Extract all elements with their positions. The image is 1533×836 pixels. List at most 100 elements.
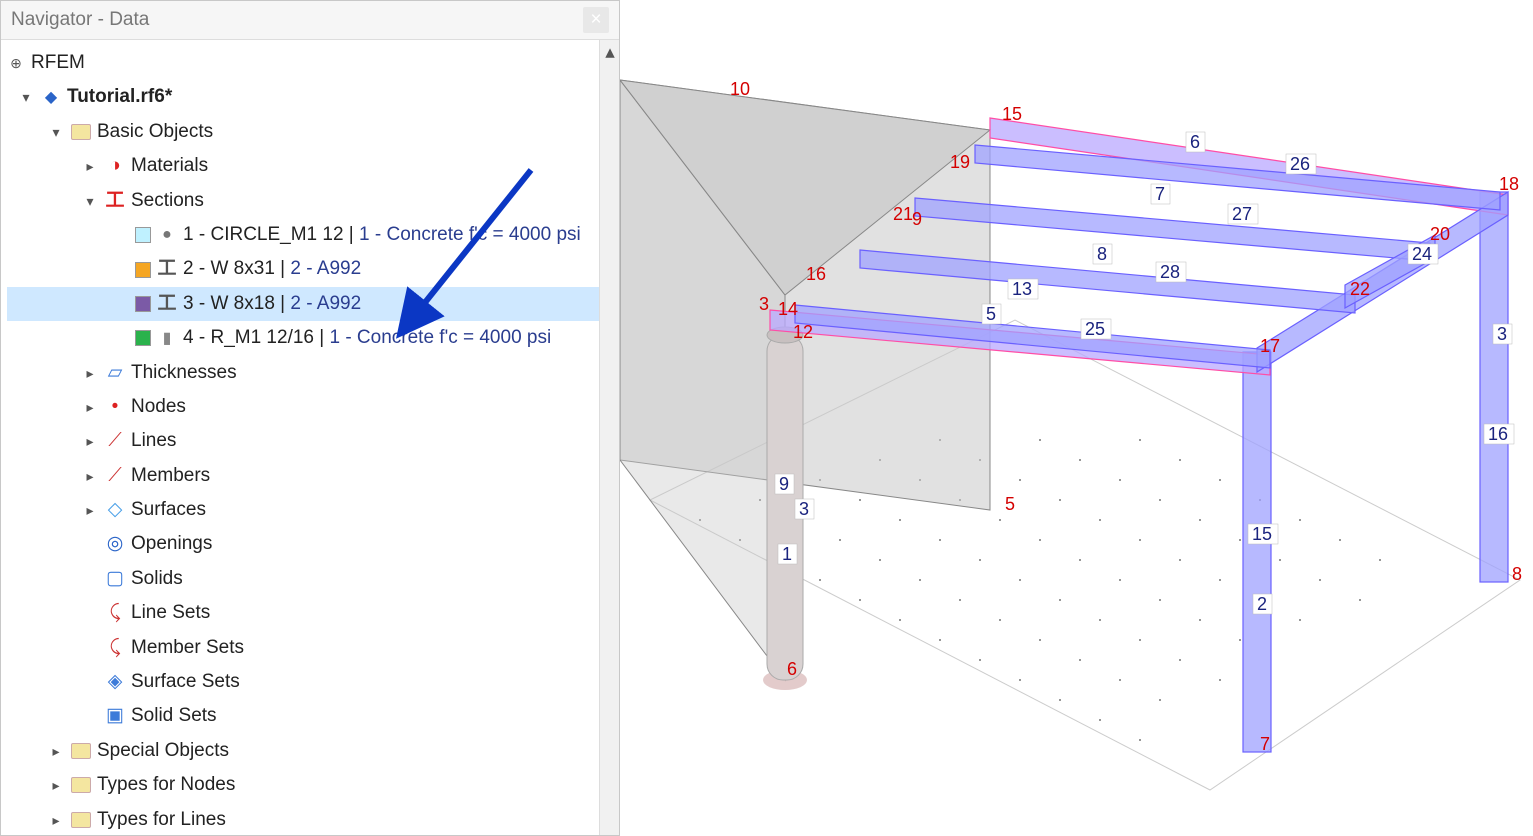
pin-icon: ⊕ (7, 52, 25, 74)
svg-text:5: 5 (986, 304, 996, 324)
materials-label: Materials (131, 151, 208, 181)
openings-node[interactable]: ▸Openings (7, 527, 615, 561)
rect-icon (157, 326, 177, 352)
file-icon (41, 85, 61, 111)
node-icon (105, 392, 125, 422)
special-objects-node[interactable]: ▸ Special Objects (7, 734, 615, 768)
caret-right-icon[interactable]: ▸ (81, 499, 99, 521)
caret-right-icon[interactable]: ▸ (81, 465, 99, 487)
svg-text:12: 12 (793, 322, 813, 342)
folder-icon (71, 124, 91, 140)
surfaces-node[interactable]: ▸ Surfaces (7, 493, 615, 527)
types-nodes-label: Types for Nodes (97, 770, 235, 800)
materials-node[interactable]: ▸ Materials (7, 149, 615, 183)
section-swatch (135, 330, 151, 346)
special-objects-label: Special Objects (97, 736, 229, 766)
basic-objects-label: Basic Objects (97, 117, 213, 147)
openings-label: Openings (131, 529, 212, 559)
circle-icon (157, 222, 177, 248)
svg-text:8: 8 (1097, 244, 1107, 264)
caret-down-icon[interactable]: ▾ (17, 86, 35, 108)
thicknesses-node[interactable]: ▸Thicknesses (7, 356, 615, 390)
section-item-1[interactable]: 1 - CIRCLE_M1 12 | 1 - Concrete f'c = 40… (7, 218, 615, 252)
membersets-node[interactable]: ▸Member Sets (7, 631, 615, 665)
tree-scroll[interactable]: ▴ ⊕ RFEM ▾ Tutorial.rf6* ▾ Basic Objects (1, 40, 619, 835)
svg-text:21: 21 (893, 204, 913, 224)
section-item-3[interactable]: 3 - W 8x18 | 2 - A992 (7, 287, 615, 321)
section-swatch (135, 296, 151, 312)
panel-title: Navigator - Data (11, 9, 149, 31)
solidsets-node[interactable]: ▸Solid Sets (7, 699, 615, 733)
svg-text:16: 16 (1488, 424, 1508, 444)
member-icon (105, 461, 125, 491)
caret-right-icon[interactable]: ▸ (47, 774, 65, 796)
surfacesets-node[interactable]: ▸Surface Sets (7, 665, 615, 699)
members-node[interactable]: ▸ Members (7, 459, 615, 493)
section-4-text: 4 - R_M1 12/16 | 1 - Concrete f'c = 4000… (183, 323, 551, 353)
navigator-panel: Navigator - Data × ▴ ⊕ RFEM ▾ Tutorial.r… (0, 0, 620, 836)
svg-text:24: 24 (1412, 244, 1432, 264)
column-back (1480, 192, 1508, 582)
svg-text:6: 6 (787, 659, 797, 679)
solidsets-label: Solid Sets (131, 701, 217, 731)
sections-node[interactable]: ▾ Sections (7, 184, 615, 218)
opening-icon (105, 529, 125, 559)
svg-text:7: 7 (1260, 734, 1270, 754)
svg-text:7: 7 (1155, 184, 1165, 204)
lines-label: Lines (131, 426, 176, 456)
nodes-label: Nodes (131, 392, 186, 422)
folder-icon (71, 812, 91, 828)
root-node[interactable]: ⊕ RFEM (7, 46, 615, 80)
types-lines-node[interactable]: ▸ Types for Lines (7, 803, 615, 835)
thickness-icon (105, 358, 125, 388)
surfacesets-label: Surface Sets (131, 667, 240, 697)
types-lines-label: Types for Lines (97, 805, 226, 835)
scrollbar[interactable]: ▴ (599, 40, 619, 835)
membersets-label: Member Sets (131, 633, 244, 663)
caret-down-icon[interactable]: ▾ (81, 190, 99, 212)
svg-text:18: 18 (1499, 174, 1519, 194)
lines-node[interactable]: ▸ Lines (7, 424, 615, 458)
ibeam-icon (157, 289, 177, 319)
panel-header: Navigator - Data × (1, 1, 619, 40)
materials-icon (105, 151, 125, 181)
svg-text:3: 3 (1497, 324, 1507, 344)
caret-right-icon[interactable]: ▸ (81, 362, 99, 384)
svg-text:19: 19 (950, 152, 970, 172)
types-nodes-node[interactable]: ▸ Types for Nodes (7, 768, 615, 802)
ibeam-icon (157, 254, 177, 284)
svg-text:15: 15 (1252, 524, 1272, 544)
linesets-node[interactable]: ▸Line Sets (7, 596, 615, 630)
nodes-node[interactable]: ▸ Nodes (7, 390, 615, 424)
caret-right-icon[interactable]: ▸ (81, 155, 99, 177)
svg-text:13: 13 (1012, 279, 1032, 299)
svg-text:26: 26 (1290, 154, 1310, 174)
members-label: Members (131, 461, 210, 491)
solids-node[interactable]: ▸Solids (7, 562, 615, 596)
section-item-4[interactable]: 4 - R_M1 12/16 | 1 - Concrete f'c = 4000… (7, 321, 615, 355)
solids-label: Solids (131, 564, 183, 594)
root-label: RFEM (31, 48, 85, 78)
close-icon[interactable]: × (583, 7, 609, 33)
svg-text:27: 27 (1232, 204, 1252, 224)
3d-view[interactable]: 1015192191631412182022175678626727824281… (620, 0, 1533, 836)
surface-icon (105, 495, 125, 525)
file-node[interactable]: ▾ Tutorial.rf6* (7, 80, 615, 114)
caret-down-icon[interactable]: ▾ (47, 121, 65, 143)
svg-text:9: 9 (779, 474, 789, 494)
caret-right-icon[interactable]: ▸ (81, 396, 99, 418)
section-1-text: 1 - CIRCLE_M1 12 | 1 - Concrete f'c = 40… (183, 220, 581, 250)
svg-text:14: 14 (778, 299, 798, 319)
column-front (1243, 352, 1271, 752)
svg-text:22: 22 (1350, 279, 1370, 299)
svg-text:8: 8 (1512, 564, 1522, 584)
surfaces-label: Surfaces (131, 495, 206, 525)
svg-text:25: 25 (1085, 319, 1105, 339)
scroll-up-icon[interactable]: ▴ (600, 42, 619, 62)
caret-right-icon[interactable]: ▸ (47, 809, 65, 831)
basic-objects-node[interactable]: ▾ Basic Objects (7, 115, 615, 149)
section-item-2[interactable]: 2 - W 8x31 | 2 - A992 (7, 252, 615, 286)
caret-right-icon[interactable]: ▸ (47, 740, 65, 762)
model-canvas[interactable]: 1015192191631412182022175678626727824281… (620, 0, 1533, 836)
caret-right-icon[interactable]: ▸ (81, 430, 99, 452)
